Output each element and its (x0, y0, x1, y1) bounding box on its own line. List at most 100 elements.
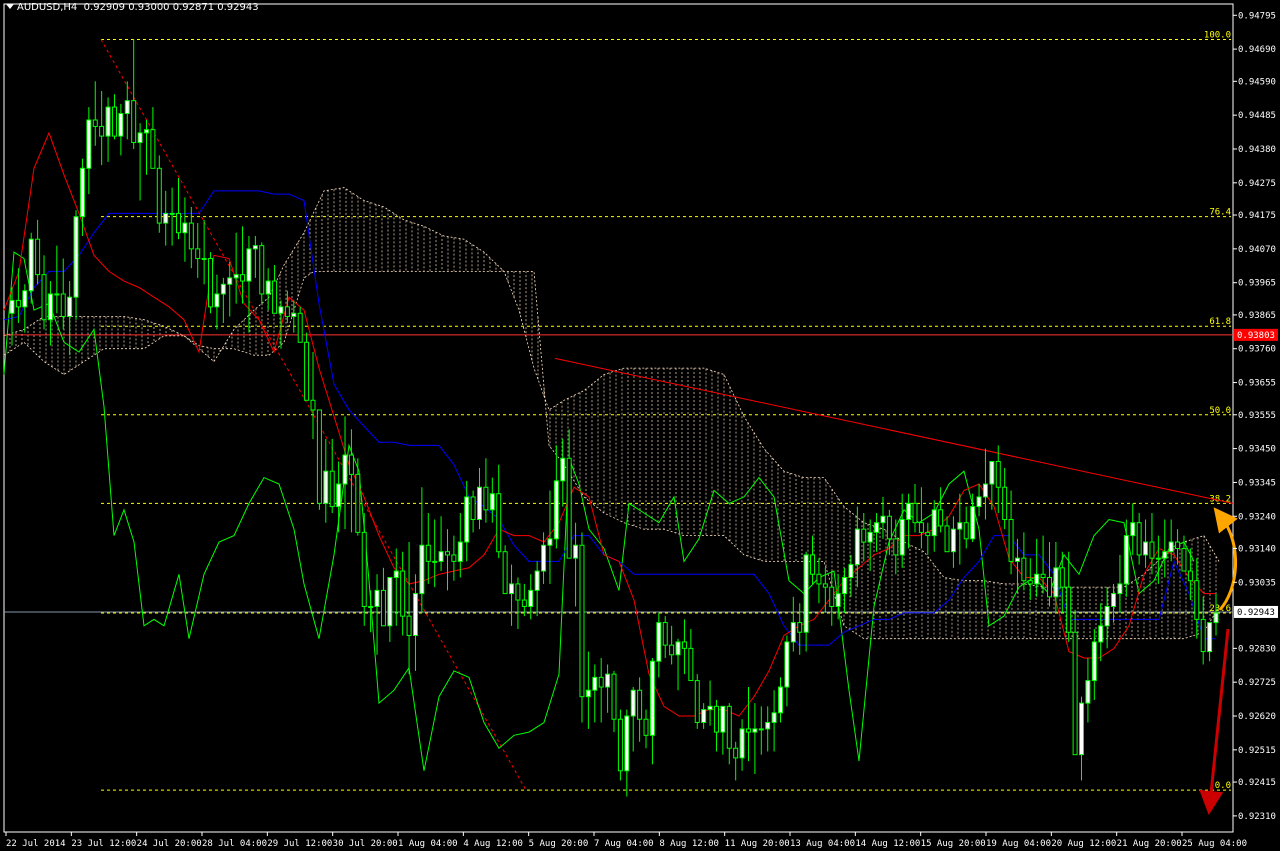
candle-body-bear (1066, 586, 1072, 633)
candle (67, 281, 73, 356)
candle-body-bull (323, 470, 329, 504)
candle-body-bear (240, 274, 246, 282)
candle (374, 574, 380, 655)
candle-body-bull (368, 605, 374, 608)
candle-body-bull (28, 238, 34, 292)
candle-body-bear (515, 583, 521, 601)
candle (1104, 587, 1110, 649)
candle-body-bear (829, 586, 835, 607)
candle-body-bear (150, 129, 156, 169)
candle (438, 516, 444, 572)
candle-body-bear (797, 622, 803, 633)
candle-body-bear (611, 673, 617, 720)
candle-body-bull (393, 570, 399, 578)
price-tick-label: 0.93760 (1238, 345, 1276, 355)
time-tick-label: 5 Aug 20:00 (529, 839, 589, 849)
candle-body-bull (73, 216, 79, 298)
candle (137, 123, 143, 201)
candle-body-bear (925, 531, 931, 537)
candle (989, 460, 995, 510)
candle-body-bear (195, 248, 201, 260)
candle-body-bear (1136, 522, 1142, 556)
candle-body-bear (1046, 576, 1052, 598)
candle (1130, 503, 1136, 555)
candle-body-bull (950, 528, 956, 553)
candle-body-bull (432, 560, 438, 563)
plot-frame (3, 3, 1234, 833)
candle-body-bull (957, 522, 963, 530)
candle (220, 277, 226, 323)
candle (412, 574, 418, 671)
candle (957, 493, 963, 565)
price-tick-label: 0.94380 (1238, 145, 1276, 155)
time-tick-label: 11 Aug 20:00 (725, 839, 790, 849)
candle (348, 429, 354, 533)
candle-body-bull (336, 483, 342, 508)
candle (598, 658, 604, 723)
candle (1021, 532, 1027, 591)
candle-body-bear (810, 554, 816, 575)
fibo-level-label: 61.8 (1209, 317, 1231, 327)
candle-body-bear (726, 705, 732, 749)
candle-body-bear (310, 399, 316, 411)
candle (976, 484, 982, 517)
candle-body-bear (1021, 557, 1027, 582)
candle (73, 210, 79, 320)
price-tick-label: 0.92620 (1238, 712, 1276, 722)
candle-body-bull (1098, 625, 1104, 643)
candle-body-bear (111, 106, 117, 137)
candle (1002, 467, 1008, 530)
candle-body-bear (329, 470, 335, 508)
time-tick-label: 30 Jul 20:00 (333, 839, 398, 849)
candle-body-bull (758, 728, 764, 731)
candle (304, 332, 310, 401)
candle (848, 554, 854, 597)
candle-body-bull (1117, 583, 1123, 595)
candle-body-bear (156, 167, 162, 224)
candle-body-bear (938, 509, 944, 527)
candle (444, 529, 450, 591)
candle (745, 687, 751, 762)
candle (944, 516, 950, 553)
candle-body-bear (1002, 486, 1008, 520)
candle-body-bear (681, 641, 687, 649)
candle-body-bull (22, 290, 28, 308)
dropdown-triangle-icon[interactable] (6, 4, 14, 9)
candle (867, 519, 873, 572)
price-axis: 0.94795 0.94690 0.94590 0.94485 0.94380 0.942… (1233, 11, 1278, 822)
candle (521, 583, 527, 617)
candle (739, 719, 745, 771)
candle-body-bull (252, 245, 258, 250)
candle-body-bear (886, 515, 892, 540)
candle-body-bear (1194, 580, 1200, 620)
candle (1066, 551, 1072, 642)
candle (323, 438, 329, 523)
candle-body-bear (176, 212, 182, 234)
candle (28, 232, 34, 304)
price-chart[interactable]: 100.076.461.850.038.223.60.00.947950.946… (0, 0, 1280, 851)
candle (765, 706, 771, 752)
candle-body-bear (816, 573, 822, 585)
candle (361, 513, 367, 626)
candle (1123, 519, 1129, 597)
fibo-level-label: 76.4 (1209, 208, 1231, 218)
price-tick-label: 0.93865 (1238, 311, 1276, 321)
candle (982, 448, 988, 520)
chikou-span-line (3, 251, 1195, 771)
senkou-span-a (3, 187, 1220, 588)
candle (252, 235, 258, 278)
candles (9, 39, 1219, 797)
candle (925, 522, 931, 555)
candle (1181, 535, 1187, 572)
chart-header: AUDUSD,H4 0.92909 0.93000 0.92871 0.9294… (2, 2, 259, 13)
time-tick-label: 20 Aug 12:00 (1051, 839, 1116, 849)
time-tick-label: 4 Aug 12:00 (463, 839, 523, 849)
forecast-arrow-down (1199, 628, 1230, 815)
candle-body-bull (182, 222, 188, 234)
candle-body-bull (585, 689, 591, 698)
candle-body-bear (617, 718, 623, 772)
candle (778, 677, 784, 723)
candle-body-bull (278, 306, 284, 314)
candle (733, 741, 739, 781)
candle-body-bear (643, 718, 649, 736)
